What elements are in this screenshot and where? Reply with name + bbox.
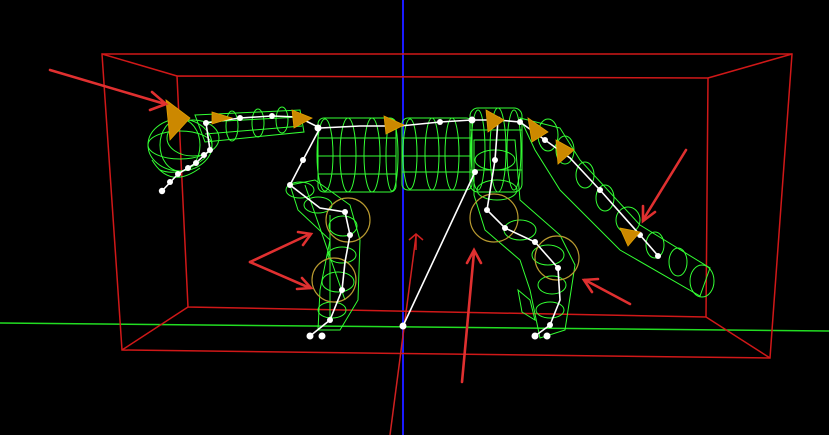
arrow-to-front-leg-lower-icon (248, 260, 314, 291)
skeleton[interactable] (161, 115, 661, 337)
arrow-to-rear-leg-icon (581, 277, 632, 306)
arrow-to-tail-icon (641, 148, 688, 224)
cone-handle-shoulder-icon[interactable] (291, 109, 313, 129)
cone-handle-hip-icon[interactable] (485, 109, 505, 133)
tail-mesh[interactable] (519, 117, 715, 298)
3d-viewport[interactable] (0, 0, 829, 435)
neck-mesh[interactable] (194, 106, 305, 143)
bounding-box (101, 53, 793, 359)
cone-handle-spine-icon[interactable] (383, 115, 405, 135)
arrow-to-hip-icon (460, 247, 483, 384)
joint-rings (311, 193, 580, 303)
rear-leg-mesh[interactable] (473, 139, 576, 339)
arrow-to-front-leg-upper-icon (248, 230, 314, 264)
arrow-to-head-icon (48, 68, 169, 112)
joint-markers[interactable] (158, 113, 661, 340)
world-axes (0, 0, 829, 435)
origin-marker-icon (408, 233, 424, 250)
x-axis-line (0, 322, 829, 332)
scene-canvas[interactable] (0, 0, 829, 435)
front-leg-mesh[interactable] (285, 179, 361, 331)
